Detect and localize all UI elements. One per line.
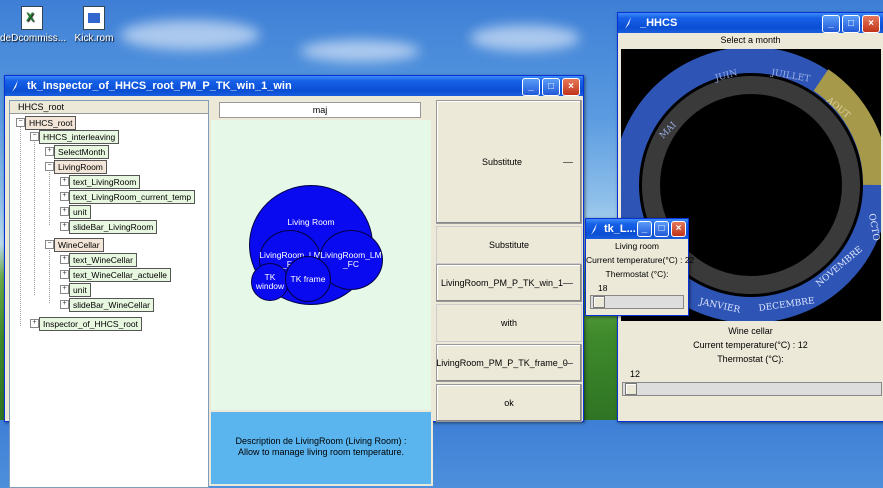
inspector-titlebar[interactable]: tk_Inspector_of_HHCS_root_PM_P_TK_win_1_… (5, 76, 583, 96)
expand-toggle[interactable]: + (30, 319, 39, 328)
living-room-titlebar[interactable]: tk_L... _ □ × (586, 219, 688, 239)
minimize-button[interactable]: _ (522, 78, 540, 96)
collapse-toggle[interactable]: − (30, 132, 39, 141)
wine-cellar-current-temp: Current temperature(°C) : 12 (693, 340, 808, 350)
cloud (470, 25, 580, 51)
with-label: with (436, 304, 582, 342)
document-file-icon (83, 6, 105, 30)
tree-node-text-living-room[interactable]: text_LivingRoom (69, 175, 141, 189)
living-room-window-title: tk_L... (604, 223, 636, 235)
target-menubutton-label: LivingRoom_PM_P_TK_frame_0 (436, 358, 568, 368)
tree-node-living-room[interactable]: LivingRoom (54, 160, 107, 174)
expand-toggle[interactable]: + (45, 147, 54, 156)
tree-panel[interactable]: HHCS_root − HHCS_root − HHCS_interleavin… (9, 100, 209, 488)
expand-toggle[interactable]: + (60, 255, 69, 264)
cloud (300, 40, 420, 62)
graph-panel: maj Living Room LivingRoom_LM _FC Living… (209, 100, 433, 486)
close-button[interactable]: × (671, 221, 686, 237)
tree-node-interleaving[interactable]: HHCS_interleaving (39, 130, 120, 144)
cloud (120, 20, 260, 50)
maximize-button[interactable]: □ (654, 221, 669, 237)
select-month-label: Select a month (720, 35, 781, 45)
desktop-icon-label: deDcommiss... (0, 33, 67, 44)
tree-node-text-wine-cellar-actuelle[interactable]: text_WineCellar_actuelle (69, 268, 172, 282)
expand-toggle[interactable]: + (60, 300, 69, 309)
maj-button[interactable]: maj (219, 102, 421, 118)
expand-toggle[interactable]: + (60, 270, 69, 279)
tree-node-slidebar-living-room[interactable]: slideBar_LivingRoom (69, 220, 158, 234)
target-menubutton[interactable]: LivingRoom_PM_P_TK_frame_0 (436, 344, 582, 382)
tree-node-select-month[interactable]: SelectMonth (54, 145, 110, 159)
expand-toggle[interactable]: + (60, 285, 69, 294)
living-room-window: tk_L... _ □ × Living room Current temper… (585, 218, 695, 316)
description-panel: Description de LivingRoom (Living Room) … (211, 412, 431, 484)
living-room-title: Living room (615, 241, 659, 251)
tree-node-root[interactable]: HHCS_root (25, 116, 77, 130)
tree-node-text-wine-cellar[interactable]: text_WineCellar (69, 253, 137, 267)
feather-icon (591, 223, 597, 235)
tree-guide (49, 243, 50, 303)
tree-guide (20, 121, 21, 326)
wine-cellar-title: Wine cellar (728, 326, 773, 336)
maximize-button[interactable]: □ (842, 15, 860, 33)
tree-node-unit[interactable]: unit (69, 205, 91, 219)
wine-cellar-thermostat-label: Thermostat (°C): (717, 354, 784, 364)
menu-indicator-icon (563, 363, 573, 364)
close-button[interactable]: × (862, 15, 880, 33)
tree-node-wine-cellar[interactable]: WineCellar (54, 238, 104, 252)
hhcs-window: _HHCS _ □ × Select a month JUIN JUILLET … (617, 12, 883, 422)
tree-node-text-living-room-current-temp[interactable]: text_LivingRoom_current_temp (69, 190, 196, 204)
source-menubutton-label: LivingRoom_PM_P_TK_win_1 (440, 278, 564, 288)
expand-toggle[interactable]: + (60, 192, 69, 201)
circle-graph: Living Room LivingRoom_LM _FC LivingRoom… (211, 120, 431, 410)
feather-icon (12, 80, 18, 92)
inspector-title: tk_Inspector_of_HHCS_root_PM_P_TK_win_1_… (27, 80, 292, 92)
wine-cellar-thermostat-value: 12 (630, 369, 641, 379)
living-room-slider[interactable] (590, 295, 684, 309)
tree-guide (49, 165, 50, 225)
wine-cellar-slider-thumb[interactable] (625, 383, 637, 395)
tree-node-inspector-root[interactable]: Inspector_of_HHCS_root (39, 317, 142, 331)
circle-tk-frame[interactable]: TK frame (285, 256, 331, 302)
desktop-icon-label: Kick.rom (74, 33, 114, 44)
menu-indicator-icon (563, 162, 573, 163)
substitute-label: Substitute (436, 226, 582, 264)
living-room-current-temp: Current temperature(°C) : 22 (586, 255, 695, 265)
tree-node-unit[interactable]: unit (69, 283, 91, 297)
living-room-thermostat-value: 18 (598, 283, 608, 293)
expand-toggle[interactable]: + (60, 177, 69, 186)
description-text: Description de LivingRoom (Living Room) … (235, 436, 407, 457)
ok-button[interactable]: ok (436, 384, 582, 422)
collapse-toggle[interactable]: − (16, 118, 25, 127)
expand-toggle[interactable]: + (60, 222, 69, 231)
substitute-menubutton-label: Substitute (481, 157, 523, 167)
collapse-toggle[interactable]: − (45, 240, 54, 249)
inspector-window: tk_Inspector_of_HHCS_root_PM_P_TK_win_1_… (4, 75, 584, 488)
collapse-toggle[interactable]: − (45, 162, 54, 171)
close-button[interactable]: × (562, 78, 580, 96)
circle-tk-window[interactable]: TK window (251, 263, 289, 301)
minimize-button[interactable]: _ (637, 221, 652, 237)
substitute-menubutton[interactable]: Substitute (436, 100, 582, 224)
tree-guide (34, 135, 35, 295)
hhcs-title: _HHCS (640, 17, 678, 29)
tree-node-slidebar-wine-cellar[interactable]: slideBar_WineCellar (69, 298, 155, 312)
substitute-panel: Substitute Substitute LivingRoom_PM_P_TK… (434, 100, 584, 486)
minimize-button[interactable]: _ (822, 15, 840, 33)
living-room-thermostat-label: Thermostat (°C): (605, 269, 669, 279)
tree-header: HHCS_root (10, 101, 208, 114)
menu-indicator-icon (563, 283, 573, 284)
wine-cellar-slider[interactable] (622, 382, 882, 396)
feather-icon (625, 17, 631, 29)
maximize-button[interactable]: □ (542, 78, 560, 96)
desktop-icon-commission[interactable]: deDcommiss... (0, 6, 67, 44)
desktop-icon-kick[interactable]: Kick.rom (62, 6, 126, 44)
source-menubutton[interactable]: LivingRoom_PM_P_TK_win_1 (436, 264, 582, 302)
living-room-slider-thumb[interactable] (593, 296, 605, 308)
expand-toggle[interactable]: + (60, 207, 69, 216)
hhcs-titlebar[interactable]: _HHCS _ □ × (618, 13, 883, 33)
excel-file-icon (21, 6, 43, 30)
